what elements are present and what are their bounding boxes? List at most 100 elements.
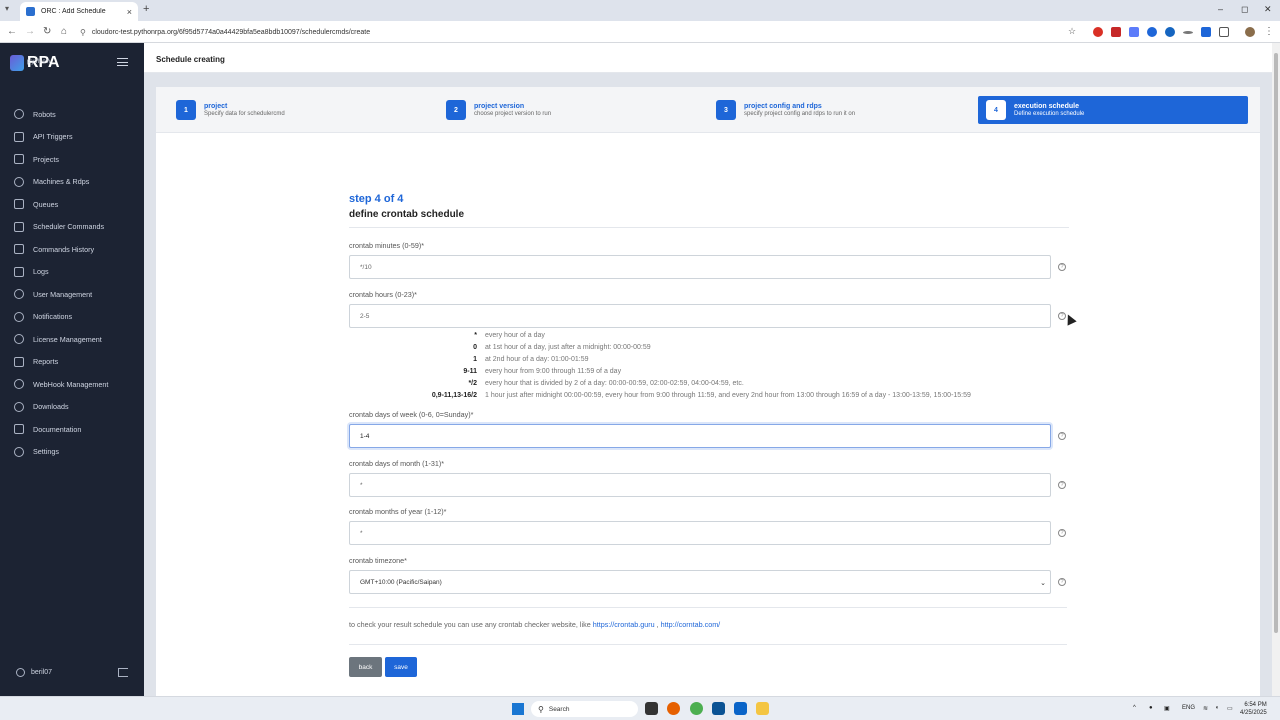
sidebar-item-robots[interactable]: Robots xyxy=(0,103,144,126)
browser-menu-icon[interactable]: ⋮ xyxy=(1264,26,1274,37)
store-icon[interactable] xyxy=(712,702,725,715)
url-field[interactable]: ⚲ cloudorc-test.pythonrpa.org/6f95d5774a… xyxy=(80,24,1080,40)
sidebar-item-projects[interactable]: Projects xyxy=(0,148,144,171)
step-execution-schedule[interactable]: 4 execution schedule Define execution sch… xyxy=(978,96,1248,124)
profile-avatar[interactable] xyxy=(1245,27,1255,37)
back-button[interactable]: back xyxy=(349,657,382,677)
log-icon xyxy=(14,266,24,277)
windows-start-icon[interactable] xyxy=(512,703,524,715)
user-icon xyxy=(16,668,25,677)
minutes-input[interactable]: */10 xyxy=(349,255,1051,279)
sidebar-item-logs[interactable]: Logs xyxy=(0,261,144,284)
step-project-version[interactable]: 2 project version choose project version … xyxy=(426,96,696,124)
minutes-help-icon[interactable]: ? xyxy=(1058,263,1066,271)
taskbar-search[interactable]: ⚲ Search xyxy=(531,701,638,717)
file-explorer-icon[interactable] xyxy=(756,702,769,715)
sidebar-item-label: Downloads xyxy=(33,402,69,412)
task-view-icon[interactable] xyxy=(645,702,658,715)
sidebar-item-queues[interactable]: Queues xyxy=(0,193,144,216)
step-project-config[interactable]: 3 project config and rdps specify project… xyxy=(696,96,966,124)
extension-icon[interactable] xyxy=(1129,27,1139,37)
bookmark-star-icon[interactable]: ☆ xyxy=(1068,26,1076,37)
step-subtitle: choose project version to run xyxy=(474,111,552,117)
sidebar-item-webhook-management[interactable]: WebHook Management xyxy=(0,373,144,396)
sidebar-item-api-triggers[interactable]: API Triggers xyxy=(0,126,144,149)
days-of-week-input[interactable]: 1-4 xyxy=(349,424,1051,448)
machine-icon xyxy=(14,176,24,187)
chrome-icon[interactable] xyxy=(690,702,703,715)
days-of-week-help-icon[interactable]: ? xyxy=(1058,432,1066,440)
search-icon: ⚲ xyxy=(538,704,544,714)
days-of-month-help-icon[interactable]: ? xyxy=(1058,481,1066,489)
sidebar-item-label: Documentation xyxy=(33,424,82,434)
taskbar-clock[interactable]: 6:54 PM 4/25/2025 xyxy=(1240,701,1267,717)
outlook-icon[interactable] xyxy=(734,702,747,715)
user-profile[interactable]: beril07 xyxy=(16,668,52,677)
corntab-link[interactable]: http://corntab.com/ xyxy=(661,620,721,629)
wifi-icon[interactable]: ≋ xyxy=(1203,705,1208,712)
timezone-select[interactable]: GMT+10:00 (Pacific/Saipan) ⌄ xyxy=(349,570,1051,594)
save-button[interactable]: save xyxy=(385,657,417,677)
close-tab-icon[interactable]: × xyxy=(127,7,132,17)
logout-icon[interactable] xyxy=(118,668,128,677)
sidebar-item-reports[interactable]: Reports xyxy=(0,351,144,374)
schedule-form-card: 1 project Specify data for schedulercmd 2… xyxy=(156,87,1260,696)
back-arrow-icon[interactable]: ← xyxy=(7,26,17,37)
new-tab-icon[interactable]: + xyxy=(143,3,149,15)
page-scrollbar[interactable] xyxy=(1272,43,1280,696)
firefox-icon[interactable] xyxy=(667,702,680,715)
puzzle-extension-icon[interactable] xyxy=(1201,27,1211,37)
sidebar-item-machines[interactable]: Machines & Rdps xyxy=(0,171,144,194)
days-of-month-label: crontab days of month (1-31)* xyxy=(349,459,445,468)
close-window-icon[interactable]: ✕ xyxy=(1264,4,1272,15)
tray-chevron-icon[interactable]: ^ xyxy=(1133,705,1136,711)
timezone-help-icon[interactable]: ? xyxy=(1058,578,1066,586)
crontab-checker-note: to check your result schedule you can us… xyxy=(349,620,720,629)
browser-tab[interactable]: ORC : Add Schedule × xyxy=(20,2,138,21)
hamburger-menu-icon[interactable] xyxy=(117,58,128,66)
extension-icon[interactable] xyxy=(1147,27,1157,37)
tray-app-icon[interactable]: ▣ xyxy=(1164,705,1170,712)
days-of-week-label: crontab days of week (0-6, 0=Sunday)* xyxy=(349,410,474,419)
step-project[interactable]: 1 project Specify data for schedulercmd xyxy=(156,96,426,124)
sidebar-item-commands-history[interactable]: Commands History xyxy=(0,238,144,261)
months-help-icon[interactable]: ? xyxy=(1058,529,1066,537)
page-title: Schedule creating xyxy=(156,55,225,64)
microphone-icon[interactable]: ● xyxy=(1149,705,1153,711)
volume-icon[interactable]: ◖ xyxy=(1215,705,1219,711)
crontab-guru-link[interactable]: https://crontab.guru xyxy=(593,620,655,629)
sidebar-item-user-management[interactable]: User Management xyxy=(0,283,144,306)
sidebar-item-notifications[interactable]: Notifications xyxy=(0,306,144,329)
language-indicator[interactable]: ENG xyxy=(1182,705,1195,711)
sidebar-item-license-management[interactable]: License Management xyxy=(0,328,144,351)
minimize-icon[interactable]: – xyxy=(1218,4,1223,14)
reload-icon[interactable]: ↻ xyxy=(43,26,51,37)
tab-search-icon[interactable]: ▾ xyxy=(5,4,9,13)
sidebar-item-label: Notifications xyxy=(33,312,73,322)
extension-icon[interactable] xyxy=(1165,27,1175,37)
months-input[interactable]: * xyxy=(349,521,1051,545)
extension-icon[interactable] xyxy=(1183,31,1193,34)
sidebar-item-documentation[interactable]: Documentation xyxy=(0,418,144,441)
hint-text: at 2nd hour of a day: 01:00-01:59 xyxy=(485,355,589,363)
sidebar-item-downloads[interactable]: Downloads xyxy=(0,396,144,419)
hours-input[interactable]: 2-5 xyxy=(349,304,1051,328)
forward-arrow-icon[interactable]: → xyxy=(25,26,35,37)
extension-icon[interactable] xyxy=(1093,27,1103,37)
home-icon[interactable]: ⌂ xyxy=(61,26,67,37)
browser-address-bar: ← → ↻ ⌂ ⚲ cloudorc-test.pythonrpa.org/6f… xyxy=(0,21,1280,43)
battery-icon[interactable]: ▭ xyxy=(1227,705,1233,712)
sidebar-item-settings[interactable]: Settings xyxy=(0,441,144,464)
days-of-month-input[interactable]: * xyxy=(349,473,1051,497)
scrollbar-thumb[interactable] xyxy=(1274,53,1278,633)
chevron-down-icon: ⌄ xyxy=(1040,580,1046,587)
extension-icon[interactable] xyxy=(1111,27,1121,37)
sidebar-item-label: License Management xyxy=(33,334,102,344)
site-info-icon[interactable]: ⚲ xyxy=(80,28,86,37)
sidebar-item-scheduler-commands[interactable]: Scheduler Commands xyxy=(0,216,144,239)
extensions-icon[interactable] xyxy=(1219,27,1229,37)
maximize-icon[interactable]: ◻ xyxy=(1241,4,1248,15)
sidebar-item-label: User Management xyxy=(33,289,93,299)
hint-code: 0,9-11,13-16/2 xyxy=(431,391,477,399)
hint-code: 1 xyxy=(473,355,477,363)
